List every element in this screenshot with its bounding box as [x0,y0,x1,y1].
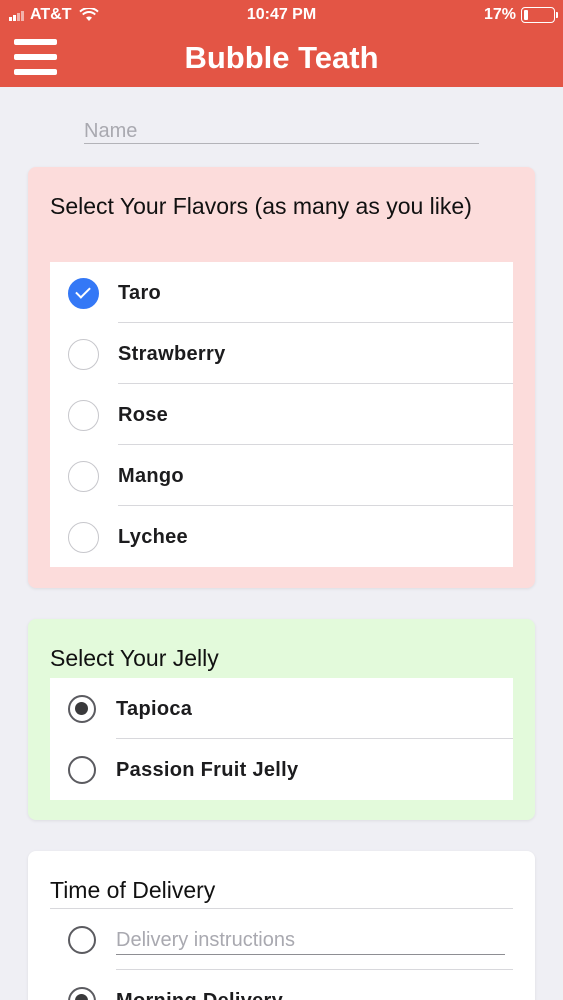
flavor-option-rose[interactable]: Rose [50,384,513,445]
flavor-label: Mango [118,465,184,487]
delivery-card: Time of Delivery Morning Delivery [28,851,535,1000]
jelly-list: Tapioca Passion Fruit Jelly [50,678,513,800]
radio-button-icon[interactable] [68,926,96,954]
flavor-option-strawberry[interactable]: Strawberry [50,323,513,384]
flavor-option-taro[interactable]: Taro [50,262,513,323]
battery-percent: 17% [483,6,516,23]
flavor-option-lychee[interactable]: Lychee [50,506,513,567]
flavor-label: Strawberry [118,343,226,365]
checkbox-icon[interactable] [68,400,99,431]
flavor-label: Rose [118,404,169,426]
checkbox-icon[interactable] [68,278,99,309]
jelly-card: Select Your Jelly Tapioca Passion Fruit … [28,619,535,820]
jelly-option-passion-fruit[interactable]: Passion Fruit Jelly [50,739,513,800]
status-bar-right: 17% [483,6,558,24]
delivery-title: Time of Delivery [50,877,216,903]
flavor-label: Taro [118,282,162,304]
flavors-list: Taro Strawberry Rose Mango Lychee [50,262,513,567]
delivery-label: Morning Delivery [116,990,283,1000]
jelly-title: Select Your Jelly [50,645,219,671]
jelly-label: Tapioca [116,698,193,720]
delivery-option-instructions[interactable] [50,909,513,970]
flavors-title: Select Your Flavors (as many as you like… [50,193,472,219]
jelly-option-tapioca[interactable]: Tapioca [50,678,513,739]
jelly-label: Passion Fruit Jelly [116,759,299,781]
flavor-label: Lychee [118,526,188,548]
delivery-option-morning[interactable]: Morning Delivery [50,970,513,1000]
navigation-bar: Bubble Teath [0,30,563,87]
delivery-list: Morning Delivery [50,908,513,1000]
status-bar: AT&T 10:47 PM 17% [0,0,563,30]
name-input[interactable] [84,120,479,144]
checkbox-icon[interactable] [68,339,99,370]
status-time: 10:47 PM [246,6,317,23]
checkbox-icon[interactable] [68,461,99,492]
radio-button-icon[interactable] [68,695,96,723]
checkbox-icon[interactable] [68,522,99,553]
radio-button-icon[interactable] [68,987,96,1000]
battery-icon [521,7,558,23]
radio-button-icon[interactable] [68,756,96,784]
delivery-instructions-input[interactable] [116,927,505,955]
app-title: Bubble Teath [184,40,379,75]
flavor-option-mango[interactable]: Mango [50,445,513,506]
flavors-card: Select Your Flavors (as many as you like… [28,167,535,588]
